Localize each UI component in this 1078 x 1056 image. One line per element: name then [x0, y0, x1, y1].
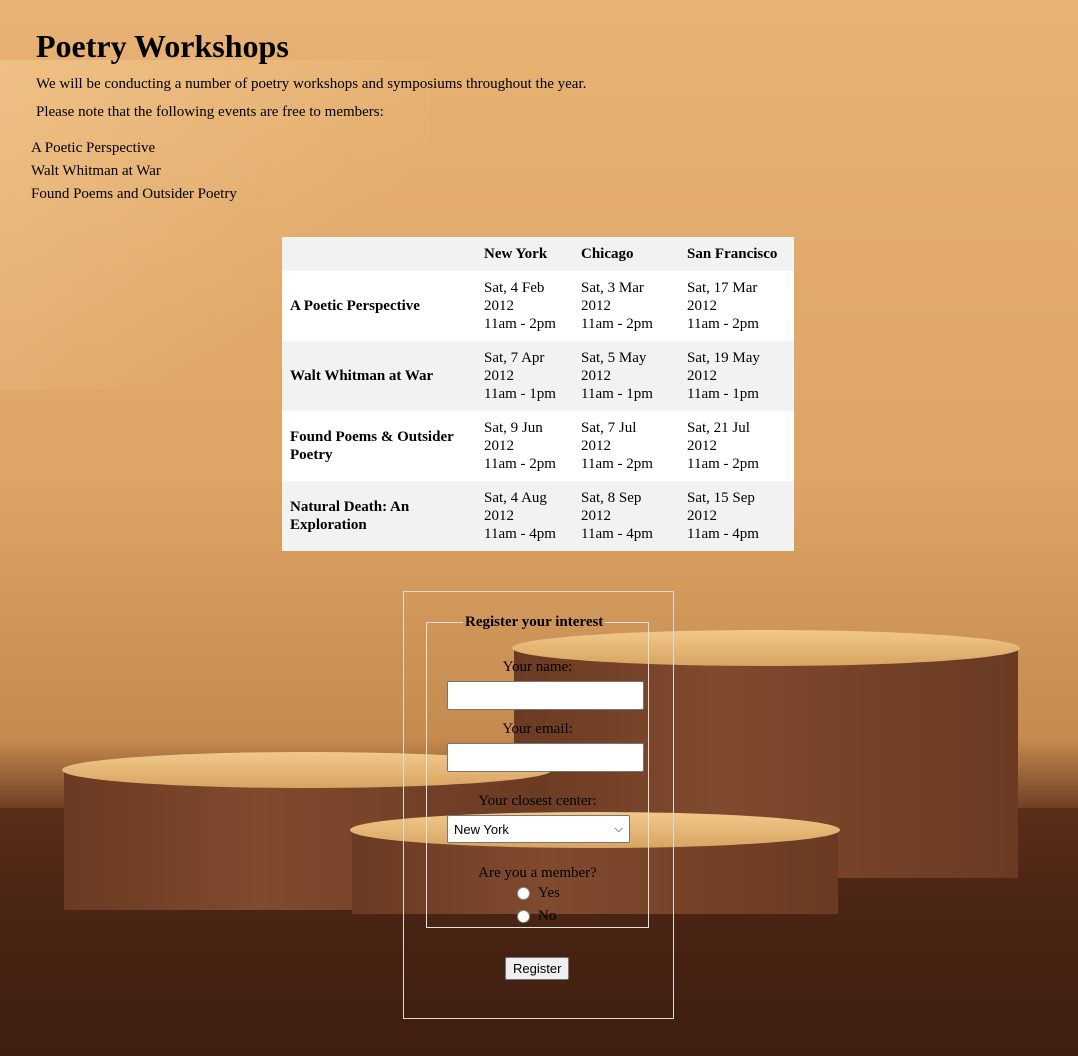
event-name: Natural Death: An Exploration — [290, 499, 410, 533]
chevron-down-icon: ⌵ — [614, 822, 623, 835]
date-cell: Sat, 21 Jul 2012 11am - 2pm — [679, 411, 794, 481]
year-text: 2012 — [687, 508, 717, 524]
list-item: Walt Whitman at War — [31, 163, 161, 179]
center-select[interactable]: New York ⌵ — [447, 815, 630, 843]
year-text: 2012 — [484, 508, 514, 524]
date-cell: Sat, 5 May 2012 11am - 1pm — [573, 341, 679, 411]
date-text: Sat, 4 Aug — [484, 490, 547, 506]
date-text: Sat, 17 Mar — [687, 280, 758, 296]
time-text: 11am - 1pm — [484, 386, 556, 402]
event-name: Found Poems & Outsider Poetry — [290, 429, 454, 463]
date-cell: Sat, 7 Jul 2012 11am - 2pm — [573, 411, 679, 481]
list-item: Found Poems and Outsider Poetry — [31, 186, 237, 202]
year-text: 2012 — [581, 298, 611, 314]
member-no-radio[interactable] — [517, 910, 530, 923]
date-cell: Sat, 9 Jun 2012 11am - 2pm — [476, 411, 573, 481]
date-cell: Sat, 17 Mar 2012 11am - 2pm — [679, 271, 794, 341]
date-text: Sat, 21 Jul — [687, 420, 750, 436]
year-text: 2012 — [687, 438, 717, 454]
member-no-option: No — [517, 908, 556, 925]
member-yes-option: Yes — [517, 885, 560, 902]
date-cell: Sat, 3 Mar 2012 11am - 2pm — [573, 271, 679, 341]
time-text: 11am - 2pm — [484, 456, 556, 472]
event-name: Walt Whitman at War — [290, 368, 434, 384]
date-text: Sat, 9 Jun — [484, 420, 543, 436]
time-text: 11am - 1pm — [581, 386, 653, 402]
time-text: 11am - 4pm — [484, 526, 556, 542]
year-text: 2012 — [687, 298, 717, 314]
time-text: 11am - 2pm — [581, 456, 653, 472]
list-item: A Poetic Perspective — [31, 140, 156, 156]
date-cell: Sat, 15 Sep 2012 11am - 4pm — [679, 481, 794, 551]
time-text: 11am - 1pm — [687, 386, 759, 402]
time-text: 11am - 2pm — [581, 316, 653, 332]
date-text: Sat, 15 Sep — [687, 490, 755, 506]
event-name: A Poetic Perspective — [290, 298, 420, 314]
year-text: 2012 — [581, 368, 611, 384]
year-text: 2012 — [484, 298, 514, 314]
header-cell-san-francisco: San Francisco — [687, 245, 778, 262]
table-row: Natural Death: An Exploration Sat, 4 Aug… — [282, 481, 794, 551]
table-header-row: New York Chicago San Francisco — [282, 237, 794, 271]
header-cell-chicago: Chicago — [581, 245, 634, 262]
header-cell-new-york: New York — [484, 245, 548, 262]
year-text: 2012 — [581, 438, 611, 454]
register-fieldset: Register your interest Your name: Your e… — [426, 614, 649, 928]
date-cell: Sat, 7 Apr 2012 11am - 1pm — [476, 341, 573, 411]
date-cell: Sat, 4 Aug 2012 11am - 4pm — [476, 481, 573, 551]
date-text: Sat, 7 Jul — [581, 420, 637, 436]
header-cell-empty — [282, 237, 476, 271]
workshop-schedule-table: New York Chicago San Francisco A Poetic … — [282, 237, 794, 551]
free-events-list: A Poetic Perspective Walt Whitman at War… — [31, 137, 237, 206]
free-note-text: Please note that the following events ar… — [36, 104, 384, 120]
register-button[interactable]: Register — [505, 957, 570, 980]
table-row: A Poetic Perspective Sat, 4 Feb 2012 11am … — [282, 271, 794, 341]
page-title: Poetry Workshops — [36, 28, 289, 64]
date-cell: Sat, 8 Sep 2012 11am - 4pm — [573, 481, 679, 551]
year-text: 2012 — [687, 368, 717, 384]
time-text: 11am - 4pm — [687, 526, 759, 542]
registration-form: Register your interest Your name: Your e… — [403, 591, 674, 1019]
member-label: Are you a member? — [478, 865, 597, 881]
date-text: Sat, 8 Sep — [581, 490, 642, 506]
year-text: 2012 — [484, 368, 514, 384]
date-cell: Sat, 4 Feb 2012 11am - 2pm — [476, 271, 573, 341]
year-text: 2012 — [484, 438, 514, 454]
date-text: Sat, 3 Mar — [581, 280, 644, 296]
date-cell: Sat, 19 May 2012 11am - 1pm — [679, 341, 794, 411]
form-legend: Register your interest — [465, 614, 604, 630]
member-yes-radio[interactable] — [517, 887, 530, 900]
time-text: 11am - 2pm — [484, 316, 556, 332]
center-label: Your closest center: — [478, 793, 597, 809]
time-text: 11am - 2pm — [687, 456, 759, 472]
intro-text: We will be conducting a number of poetry… — [36, 76, 587, 92]
name-field[interactable] — [447, 681, 644, 710]
name-label: Your name: — [502, 659, 573, 675]
date-text: Sat, 4 Feb — [484, 280, 545, 296]
date-text: Sat, 19 May — [687, 350, 760, 366]
member-yes-label: Yes — [538, 885, 560, 901]
center-select-value: New York — [454, 821, 509, 837]
email-field[interactable] — [447, 743, 644, 772]
year-text: 2012 — [581, 508, 611, 524]
time-text: 11am - 4pm — [581, 526, 653, 542]
date-text: Sat, 5 May — [581, 350, 647, 366]
email-label: Your email: — [502, 721, 573, 737]
table-row: Found Poems & Outsider Poetry Sat, 9 Jun… — [282, 411, 794, 481]
time-text: 11am - 2pm — [687, 316, 759, 332]
table-row: Walt Whitman at War Sat, 7 Apr 2012 11am -… — [282, 341, 794, 411]
date-text: Sat, 7 Apr — [484, 350, 545, 366]
member-no-label: No — [538, 908, 557, 924]
